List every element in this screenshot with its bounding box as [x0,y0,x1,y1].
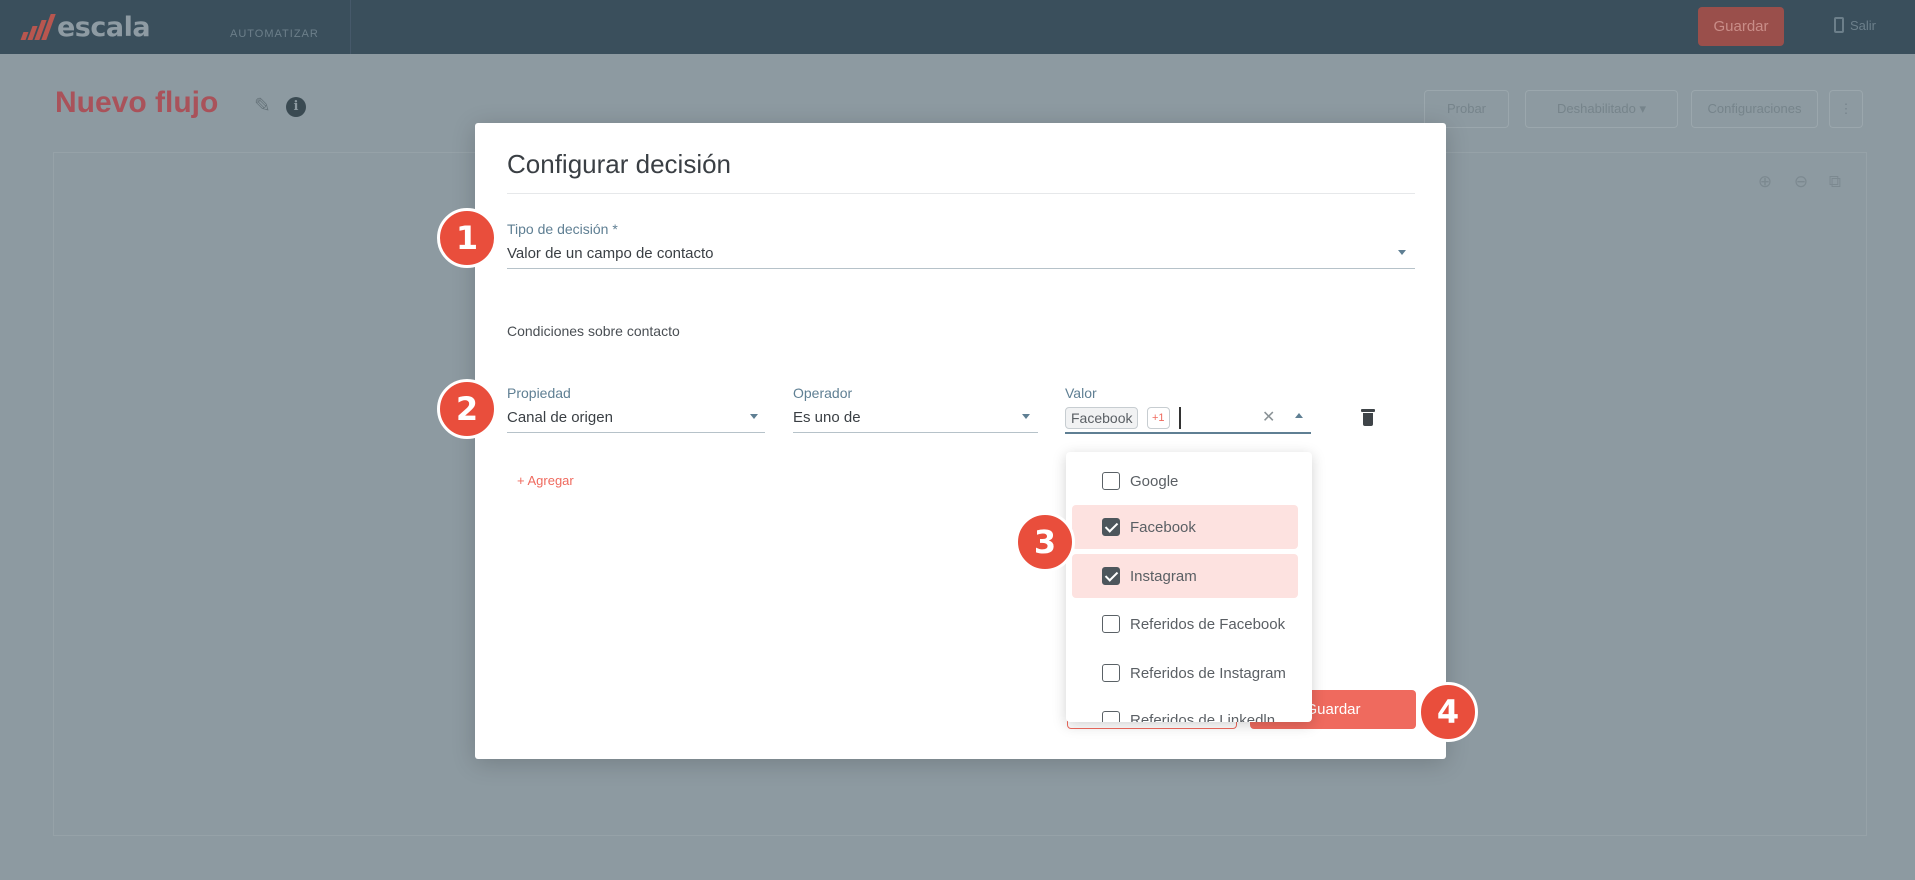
value-chip-facebook[interactable]: Facebook [1065,407,1139,429]
checkbox[interactable] [1102,615,1120,633]
decision-type-select[interactable]: Valor de un campo de contacto [507,245,714,262]
logo-text: escala [57,11,151,43]
checkbox-checked[interactable] [1102,518,1120,536]
value-options-dropdown: Google Facebook Instagram Referidos de F… [1066,452,1312,722]
more-icon: ⋮ [1839,101,1853,116]
option-facebook[interactable]: Facebook [1072,505,1298,549]
checkbox[interactable] [1102,472,1120,490]
modal-title: Configurar decisión [507,149,732,179]
top-bar: escala AUTOMATIZAR Guardar Salir [0,0,1915,54]
zoom-out-icon[interactable]: ⊖ [1791,172,1811,192]
option-label: Facebook [1130,518,1196,536]
option-instagram[interactable]: Instagram [1072,554,1298,598]
exit-button[interactable]: Salir [1834,17,1876,33]
exit-label: Salir [1850,17,1877,33]
zoom-in-icon[interactable]: ⊕ [1755,172,1775,192]
text-cursor [1179,407,1181,429]
operator-chevron-icon[interactable] [1022,414,1030,419]
property-underline [507,432,765,433]
more-button[interactable]: ⋮ [1829,90,1863,128]
option-label: Instagram [1130,567,1197,585]
logo-bars-icon [20,14,56,40]
modal-divider [507,193,1415,194]
operator-label: Operador [793,385,853,401]
decision-type-label: Tipo de decisión * [507,221,618,237]
property-select[interactable]: Canal de origen [507,409,613,426]
chevron-up-icon[interactable] [1295,413,1303,418]
option-referidos-instagram[interactable]: Referidos de Instagram [1072,651,1298,695]
step-marker-3: 3 [1015,512,1075,572]
status-dropdown[interactable]: Deshabilitado ▾ [1525,90,1678,128]
add-condition-link[interactable]: + Agregar [517,473,574,488]
value-label: Valor [1065,385,1097,401]
operator-select[interactable]: Es uno de [793,409,861,426]
pencil-icon[interactable]: ✎ [254,96,274,116]
page-title: Nuevo flujo [55,86,219,119]
value-more-count-badge[interactable]: +1 [1147,407,1170,429]
trash-icon[interactable] [1360,409,1376,427]
clear-icon[interactable]: ✕ [1262,407,1275,427]
step-marker-2: 2 [437,379,497,439]
escala-logo[interactable]: escala [20,11,151,43]
checkbox[interactable] [1102,711,1120,722]
exit-icon [1834,17,1844,33]
fit-icon[interactable]: ⧉ [1825,172,1845,192]
settings-label: Configuraciones [1707,101,1802,116]
property-label: Propiedad [507,385,571,401]
settings-button[interactable]: Configuraciones [1691,90,1818,128]
info-icon[interactable]: i [286,97,306,117]
conditions-label: Condiciones sobre contacto [507,323,680,339]
nav-divider [350,0,351,54]
option-label: Google [1130,472,1179,490]
topbar-save-button[interactable]: Guardar [1698,7,1784,46]
nav-automatizar[interactable]: AUTOMATIZAR [230,28,319,40]
step-marker-1: 1 [437,208,497,268]
status-label: Deshabilitado [1557,101,1636,116]
option-referidos-facebook[interactable]: Referidos de Facebook [1072,602,1298,646]
option-label: Referidos de Instagram [1130,664,1286,682]
option-label: Referidos de Linkedln [1130,711,1276,723]
checkbox-checked[interactable] [1102,567,1120,585]
decision-type-chevron-icon[interactable] [1398,250,1406,255]
value-underline [1065,432,1311,434]
operator-underline [793,432,1038,433]
checkbox[interactable] [1102,664,1120,682]
property-chevron-icon[interactable] [750,414,758,419]
step-marker-4: 4 [1418,682,1478,742]
chevron-down-icon: ▾ [1639,101,1646,116]
option-label: Referidos de Facebook [1130,615,1286,633]
option-referidos-linkedin[interactable]: Referidos de Linkedln [1072,698,1298,722]
decision-type-underline [507,268,1415,269]
option-google[interactable]: Google [1072,459,1298,503]
test-label: Probar [1446,101,1487,116]
